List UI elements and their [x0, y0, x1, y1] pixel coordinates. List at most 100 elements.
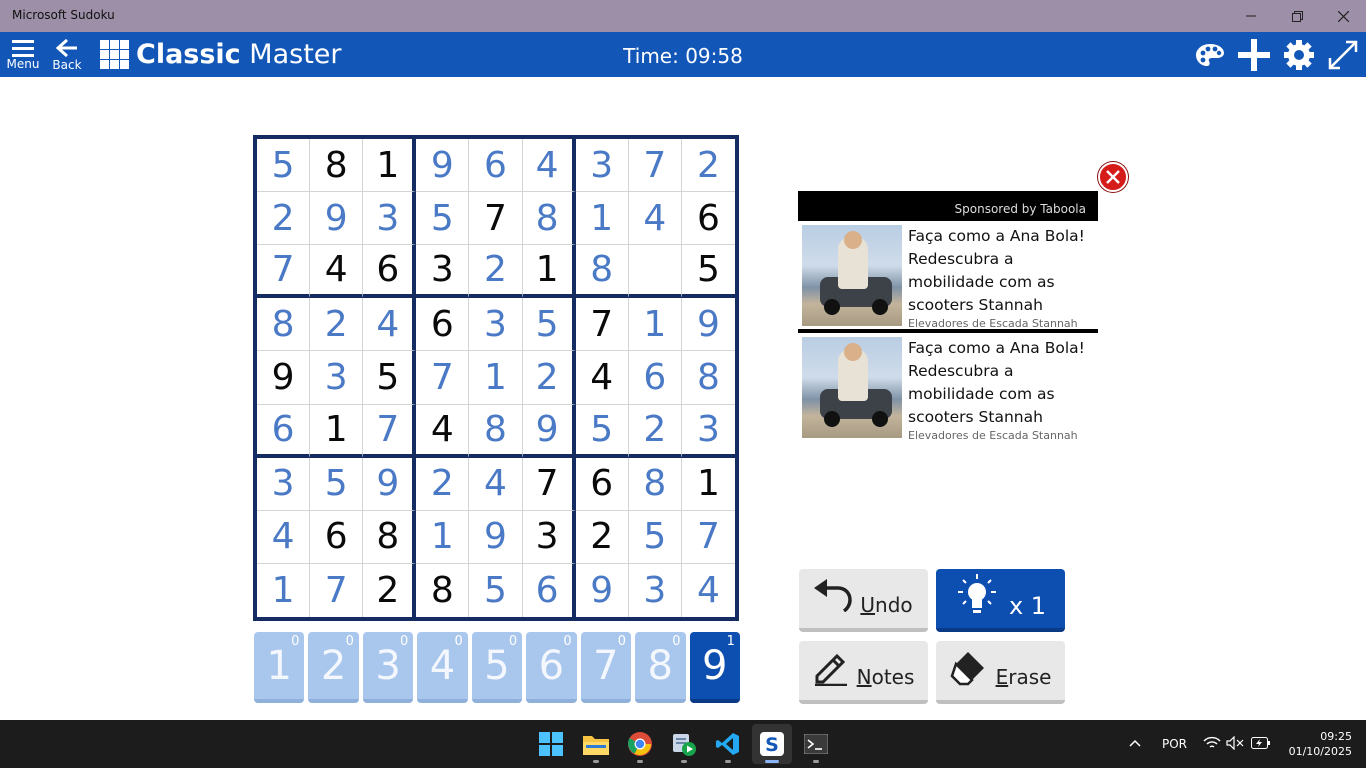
sudoku-cell-r3c2[interactable]: 4	[310, 245, 364, 299]
sudoku-cell-r9c7[interactable]: 9	[576, 563, 629, 617]
sudoku-cell-r8c8[interactable]: 5	[628, 510, 682, 564]
sudoku-cell-r6c1[interactable]: 6	[257, 404, 311, 458]
number-button-2[interactable]: 20	[308, 632, 359, 703]
sudoku-cell-r7c4[interactable]: 2	[416, 457, 470, 511]
sudoku-cell-r4c6[interactable]: 5	[522, 298, 576, 352]
sudoku-cell-r6c2[interactable]: 1	[310, 404, 364, 458]
sudoku-cell-r5c9[interactable]: 8	[681, 351, 735, 405]
sudoku-cell-r8c6[interactable]: 3	[522, 510, 576, 564]
hint-button[interactable]: x 1	[936, 569, 1065, 632]
sudoku-cell-r1c1[interactable]: 5	[257, 139, 311, 193]
sudoku-cell-r7c8[interactable]: 8	[628, 457, 682, 511]
sudoku-cell-r7c2[interactable]: 5	[310, 457, 364, 511]
number-button-3[interactable]: 30	[362, 632, 414, 703]
sudoku-cell-r4c4[interactable]: 6	[416, 298, 470, 352]
number-button-6[interactable]: 60	[526, 632, 577, 703]
ad-image[interactable]	[802, 225, 902, 326]
fullscreen-button[interactable]	[1325, 32, 1361, 77]
sudoku-cell-r9c3[interactable]: 2	[363, 563, 417, 617]
sudoku-cell-r2c3[interactable]: 3	[363, 192, 417, 246]
taskbar-sudoku[interactable]: S	[752, 724, 792, 764]
sudoku-cell-r7c1[interactable]: 3	[257, 457, 311, 511]
chevron-up-icon[interactable]	[1129, 739, 1141, 747]
sudoku-cell-r6c6[interactable]: 9	[522, 404, 576, 458]
sudoku-cell-r2c1[interactable]: 2	[257, 192, 311, 246]
sudoku-cell-r1c8[interactable]: 7	[628, 139, 682, 193]
sudoku-cell-r5c6[interactable]: 2	[522, 351, 576, 405]
restore-button[interactable]	[1274, 0, 1320, 32]
close-window-button[interactable]	[1320, 0, 1366, 32]
sudoku-cell-r9c4[interactable]: 8	[416, 563, 470, 617]
sudoku-cell-r1c4[interactable]: 9	[416, 139, 470, 193]
sudoku-cell-r8c1[interactable]: 4	[257, 510, 311, 564]
sudoku-cell-r1c3[interactable]: 1	[363, 139, 417, 193]
input-language[interactable]: POR	[1162, 737, 1187, 751]
sudoku-cell-r8c2[interactable]: 6	[310, 510, 364, 564]
sudoku-cell-r2c7[interactable]: 1	[575, 192, 629, 246]
ad-headline[interactable]: Faça como a Ana Bola! Redescubra a mobil…	[908, 337, 1098, 429]
sudoku-cell-r5c5[interactable]: 1	[469, 351, 523, 405]
ad-headline[interactable]: Faça como a Ana Bola! Redescubra a mobil…	[908, 225, 1098, 317]
start-button[interactable]	[531, 724, 571, 764]
sudoku-cell-r6c8[interactable]: 2	[628, 404, 682, 458]
ad-item[interactable]: Faça como a Ana Bola! Redescubra a mobil…	[798, 221, 1098, 333]
sudoku-cell-r3c8[interactable]	[628, 245, 682, 299]
sudoku-cell-r4c5[interactable]: 3	[469, 298, 523, 352]
sudoku-cell-r1c9[interactable]: 2	[681, 139, 735, 193]
undo-button[interactable]: Undo	[799, 569, 928, 632]
sudoku-cell-r2c6[interactable]: 8	[522, 192, 576, 246]
sudoku-cell-r1c6[interactable]: 4	[522, 139, 576, 193]
number-button-4[interactable]: 40	[417, 632, 468, 703]
sudoku-cell-r7c7[interactable]: 6	[575, 457, 629, 511]
taskbar-media-app[interactable]	[664, 724, 704, 764]
sudoku-cell-r7c5[interactable]: 4	[469, 457, 523, 511]
notes-button[interactable]: Notes	[799, 641, 928, 704]
sudoku-cell-r2c8[interactable]: 4	[628, 192, 682, 246]
number-button-8[interactable]: 80	[635, 632, 686, 703]
sudoku-cell-r9c5[interactable]: 5	[469, 563, 523, 617]
sudoku-cell-r5c4[interactable]: 7	[416, 351, 470, 405]
sudoku-cell-r2c5[interactable]: 7	[469, 192, 523, 246]
sudoku-cell-r4c7[interactable]: 7	[575, 298, 629, 352]
sudoku-cell-r5c2[interactable]: 3	[310, 351, 364, 405]
theme-button[interactable]	[1192, 32, 1228, 77]
sudoku-cell-r6c7[interactable]: 5	[575, 404, 629, 458]
close-ad-button[interactable]	[1098, 162, 1128, 192]
number-button-9[interactable]: 91	[689, 632, 740, 703]
sudoku-cell-r6c4[interactable]: 4	[416, 404, 470, 458]
sudoku-cell-r2c9[interactable]: 6	[681, 192, 735, 246]
sudoku-cell-r7c3[interactable]: 9	[363, 457, 417, 511]
taskbar-file-explorer[interactable]	[576, 724, 616, 764]
sudoku-cell-r4c9[interactable]: 9	[681, 298, 735, 352]
sudoku-cell-r6c9[interactable]: 3	[681, 405, 735, 458]
speaker-muted-icon[interactable]	[1226, 736, 1244, 750]
sudoku-cell-r3c3[interactable]: 6	[363, 245, 417, 299]
sudoku-cell-r9c2[interactable]: 7	[310, 563, 364, 617]
sudoku-cell-r4c1[interactable]: 8	[257, 298, 311, 352]
sudoku-cell-r9c9[interactable]: 4	[682, 564, 735, 617]
sudoku-cell-r5c7[interactable]: 4	[575, 351, 629, 405]
sudoku-cell-r3c7[interactable]: 8	[575, 245, 629, 299]
minimize-button[interactable]	[1228, 0, 1274, 32]
taskbar-vscode[interactable]	[708, 724, 748, 764]
settings-button[interactable]	[1281, 32, 1317, 77]
sudoku-cell-r3c1[interactable]: 7	[257, 245, 311, 299]
erase-button[interactable]: Erase	[936, 641, 1065, 704]
number-button-5[interactable]: 50	[471, 632, 523, 703]
sudoku-cell-r4c3[interactable]: 4	[363, 298, 417, 352]
new-game-button[interactable]	[1236, 32, 1272, 77]
sudoku-cell-r4c2[interactable]: 2	[310, 298, 364, 352]
sudoku-cell-r7c6[interactable]: 7	[522, 457, 576, 511]
number-button-1[interactable]: 10	[254, 632, 305, 703]
sudoku-cell-r8c3[interactable]: 8	[363, 510, 417, 564]
sudoku-cell-r1c2[interactable]: 8	[310, 139, 364, 193]
sudoku-cell-r8c5[interactable]: 9	[469, 510, 523, 564]
sudoku-cell-r5c1[interactable]: 9	[257, 351, 311, 405]
sudoku-cell-r9c1[interactable]: 1	[257, 563, 311, 617]
sudoku-cell-r4c8[interactable]: 1	[628, 298, 682, 352]
sudoku-cell-r3c5[interactable]: 2	[469, 245, 523, 299]
sudoku-cell-r3c4[interactable]: 3	[416, 245, 470, 299]
sudoku-cell-r8c9[interactable]: 7	[681, 511, 735, 564]
sudoku-cell-r2c2[interactable]: 9	[310, 192, 364, 246]
system-clock[interactable]: 09:25 01/10/2025	[1282, 729, 1352, 759]
